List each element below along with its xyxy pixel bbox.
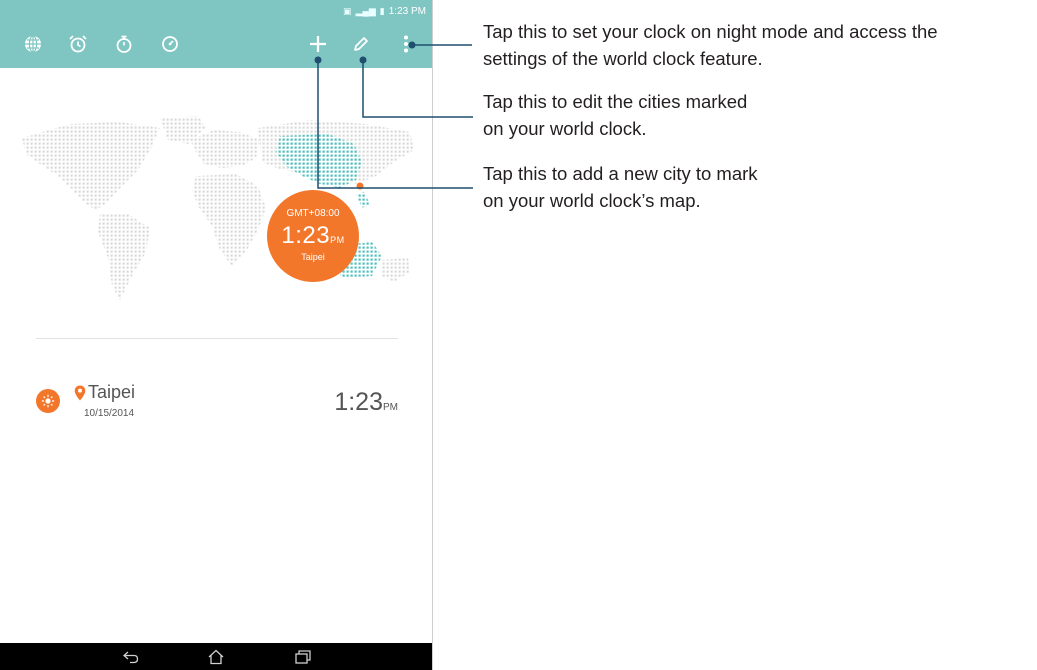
signal-icon: ▂▄▆ <box>355 5 376 16</box>
recent-apps-icon <box>295 650 311 664</box>
phone-screen: ▣ ▂▄▆ ▮ 1:23 PM GMT+08:00 1:23PM Taipei … <box>0 0 433 670</box>
pencil-icon <box>354 37 368 51</box>
timer-tab[interactable] <box>159 33 181 55</box>
more-vertical-icon <box>404 35 408 53</box>
badge-timezone: GMT+08:00 <box>286 208 340 219</box>
back-button[interactable] <box>118 647 144 667</box>
badge-time-value: 1:23 <box>281 222 331 249</box>
callout-settings-line-2: settings of the world clock feature. <box>483 48 763 69</box>
city-name: Taipei <box>74 382 135 403</box>
stopwatch-tab[interactable] <box>113 33 135 55</box>
navigation-bar <box>0 643 432 670</box>
callout-edit-line-2: on your world clock. <box>483 118 647 139</box>
home-icon <box>208 649 224 665</box>
sim-icon: ▣ <box>343 5 352 16</box>
badge-city: Taipei <box>301 252 325 262</box>
map-north-america <box>22 122 160 210</box>
home-button[interactable] <box>203 647 229 667</box>
map-australia <box>382 258 410 282</box>
timer-icon <box>162 36 178 52</box>
map-highlight-indonesia <box>356 192 370 208</box>
world-clock-tab[interactable] <box>22 33 44 55</box>
map-europe <box>190 130 260 168</box>
city-date: 10/15/2014 <box>84 408 135 419</box>
globe-icon <box>25 35 41 53</box>
stopwatch-icon <box>116 35 132 53</box>
badge-time: 1:23PM <box>267 222 359 250</box>
plus-icon <box>310 36 326 52</box>
overflow-menu-button[interactable] <box>397 33 415 55</box>
callout-add-line-1: Tap this to add a new city to mark <box>483 163 758 184</box>
callout-settings: Tap this to set your clock on night mode… <box>483 18 938 72</box>
city-time-value: 1:23 <box>334 388 383 416</box>
list-item[interactable]: Taipei 10/15/2014 1:23PM <box>30 376 410 428</box>
location-pin-icon <box>74 385 86 400</box>
recent-apps-button[interactable] <box>290 647 316 667</box>
callout-settings-line-1: Tap this to set your clock on night mode… <box>483 21 938 42</box>
add-city-button[interactable] <box>307 33 329 55</box>
callout-add: Tap this to add a new city to mark on yo… <box>483 160 758 214</box>
callout-edit: Tap this to edit the cities marked on yo… <box>483 88 747 142</box>
city-ampm: PM <box>383 402 398 413</box>
city-time: 1:23PM <box>334 388 398 417</box>
edit-cities-button[interactable] <box>350 33 372 55</box>
map-south-america <box>98 214 150 300</box>
alarm-tab[interactable] <box>67 33 89 55</box>
map-africa <box>192 174 266 266</box>
callout-add-line-2: on your world clock’s map. <box>483 190 701 211</box>
city-name-label: Taipei <box>88 382 136 402</box>
alarm-clock-icon <box>69 35 87 53</box>
callout-edit-line-1: Tap this to edit the cities marked <box>483 91 748 112</box>
battery-icon: ▮ <box>379 5 385 16</box>
city-time-badge[interactable]: GMT+08:00 1:23PM Taipei <box>267 190 359 282</box>
taipei-marker <box>356 182 364 190</box>
badge-ampm: PM <box>330 235 345 245</box>
toolbar: ▣ ▂▄▆ ▮ 1:23 PM <box>0 0 432 68</box>
sun-icon <box>36 389 60 413</box>
status-bar: ▣ ▂▄▆ ▮ 1:23 PM <box>343 4 426 18</box>
divider <box>36 338 398 339</box>
back-icon <box>123 651 139 664</box>
status-time: 1:23 PM <box>388 5 426 17</box>
